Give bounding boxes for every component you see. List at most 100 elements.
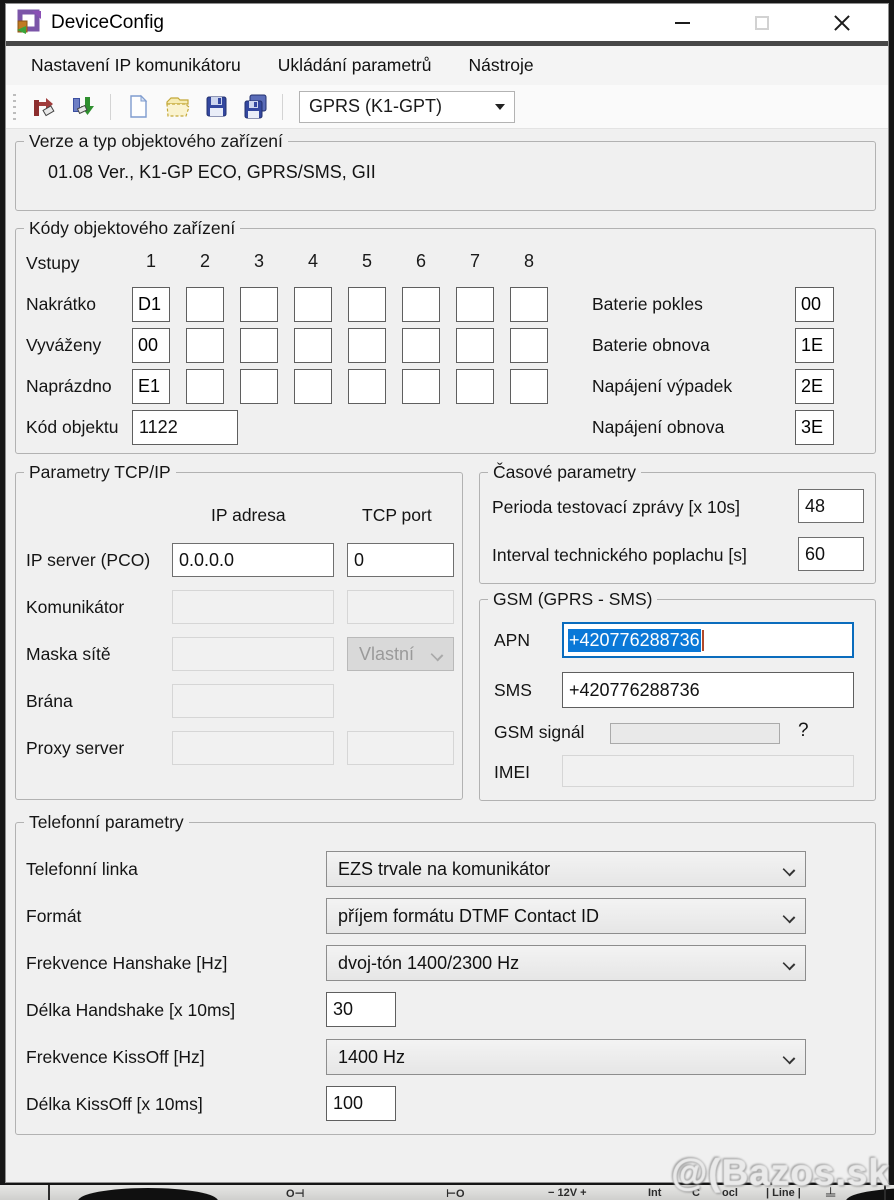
proxy-server-label: Proxy server	[26, 731, 124, 766]
menu-nastaveni-ip[interactable]: Nastavení IP komunikátoru	[31, 55, 241, 76]
code-input[interactable]	[294, 287, 332, 322]
baterie-obnova-input[interactable]	[795, 328, 834, 363]
code-input[interactable]	[402, 287, 440, 322]
read-from-device-button[interactable]	[29, 92, 59, 122]
window-title: DeviceConfig	[51, 12, 164, 34]
menu-nastroje[interactable]: Nástroje	[469, 55, 534, 76]
tcpip-group: Parametry TCP/IP IP adresa TCP port IP s…	[15, 472, 463, 800]
imei-input	[562, 755, 854, 787]
code-input[interactable]	[240, 287, 278, 322]
new-file-icon	[125, 93, 152, 120]
komunikator-label: Komunikátor	[26, 590, 124, 625]
gsm-group: GSM (GPRS - SMS) APN +420776288736 SMS G…	[479, 599, 876, 801]
save-all-button[interactable]	[240, 92, 270, 122]
toolbar-separator	[282, 94, 283, 120]
napajeni-vypadek-input[interactable]	[795, 369, 834, 404]
telefonni-linka-select[interactable]: EZS trvale na komunikátor	[326, 851, 806, 887]
new-file-button[interactable]	[123, 92, 153, 122]
code-input[interactable]	[456, 287, 494, 322]
delka-kissoff-label: Délka KissOff [x 10ms]	[26, 1086, 203, 1122]
toolbar-grip[interactable]	[12, 94, 18, 120]
telefonni-linka-value: EZS trvale na komunikátor	[338, 859, 550, 880]
chevron-down-icon	[431, 649, 442, 660]
object-code-input[interactable]	[132, 410, 238, 445]
code-input[interactable]	[402, 369, 440, 404]
komunikator-port-input	[347, 590, 454, 624]
text-caret	[702, 630, 704, 651]
delka-handshake-input[interactable]	[326, 992, 396, 1027]
maska-site-label: Maska sítě	[26, 637, 111, 672]
photo-terminal-label: O⊣	[286, 1187, 305, 1200]
maximize-button[interactable]	[746, 8, 778, 38]
photo-divider-line	[48, 1185, 50, 1200]
baterie-pokles-row: Baterie pokles	[592, 287, 834, 322]
write-to-device-button[interactable]	[68, 92, 98, 122]
apn-label: APN	[494, 630, 530, 651]
write-to-device-icon	[70, 93, 97, 120]
apn-input[interactable]: +420776288736	[562, 622, 854, 658]
format-label: Formát	[26, 898, 81, 934]
menu-bar: Nastavení IP komunikátoru Ukládání param…	[6, 46, 888, 85]
minimize-button[interactable]	[666, 8, 698, 38]
code-input[interactable]	[294, 369, 332, 404]
format-select[interactable]: příjem formátu DTMF Contact ID	[326, 898, 806, 934]
sms-input[interactable]	[562, 672, 854, 708]
brana-input	[172, 684, 334, 718]
naprazdno-row	[132, 369, 548, 404]
code-input[interactable]	[456, 328, 494, 363]
perioda-label: Perioda testovací zprávy [x 10s]	[492, 497, 740, 518]
code-input[interactable]	[510, 328, 548, 363]
napajeni-obnova-input[interactable]	[795, 410, 834, 445]
input-col-4: 4	[294, 251, 332, 272]
gsm-signal-help[interactable]: ?	[798, 720, 809, 742]
code-input[interactable]	[132, 328, 170, 363]
chevron-down-icon	[783, 1052, 794, 1063]
baterie-pokles-input[interactable]	[795, 287, 834, 322]
tcp-port-header: TCP port	[362, 505, 432, 526]
frekvence-handshake-label: Frekvence Hanshake [Hz]	[26, 945, 227, 981]
code-input[interactable]	[186, 369, 224, 404]
photo-terminal-label: − 12V +	[548, 1187, 587, 1199]
ip-server-address-input[interactable]	[172, 543, 334, 577]
code-input[interactable]	[348, 287, 386, 322]
code-input[interactable]	[510, 369, 548, 404]
gsm-signal-label: GSM signál	[494, 722, 584, 743]
code-input[interactable]	[510, 287, 548, 322]
close-button[interactable]	[826, 8, 858, 38]
code-input[interactable]	[240, 369, 278, 404]
imei-label: IMEI	[494, 762, 530, 783]
open-file-button[interactable]	[162, 92, 192, 122]
code-input[interactable]	[294, 328, 332, 363]
code-input[interactable]	[132, 287, 170, 322]
input-col-7: 7	[456, 251, 494, 272]
baterie-obnova-row: Baterie obnova	[592, 328, 834, 363]
frekvence-handshake-select[interactable]: dvoj-tón 1400/2300 Hz	[326, 945, 806, 981]
menu-ukladani-parametru[interactable]: Ukládání parametrů	[278, 55, 432, 76]
save-file-button[interactable]	[201, 92, 231, 122]
device-type-select[interactable]: GPRS (K1-GPT)	[299, 91, 515, 123]
code-input[interactable]	[456, 369, 494, 404]
toolbar: GPRS (K1-GPT)	[6, 85, 888, 129]
interval-input[interactable]	[798, 537, 864, 571]
code-input[interactable]	[186, 328, 224, 363]
code-input[interactable]	[348, 328, 386, 363]
chevron-down-icon	[783, 864, 794, 875]
code-input[interactable]	[132, 369, 170, 404]
close-icon	[833, 14, 851, 32]
delka-kissoff-input[interactable]	[326, 1086, 396, 1121]
maska-mode-value: Vlastní	[359, 644, 414, 665]
ip-server-port-input[interactable]	[347, 543, 454, 577]
brana-label: Brána	[26, 684, 73, 719]
photo-terminal-label: Int	[648, 1187, 661, 1199]
frekvence-kissoff-select[interactable]: 1400 Hz	[326, 1039, 806, 1075]
code-input[interactable]	[240, 328, 278, 363]
version-group-title: Verze a typ objektového zařízení	[24, 131, 288, 152]
nakratko-row	[132, 287, 548, 322]
input-col-3: 3	[240, 251, 278, 272]
code-input[interactable]	[186, 287, 224, 322]
perioda-input[interactable]	[798, 489, 864, 523]
codes-group-title: Kódy objektového zařízení	[24, 218, 240, 239]
code-input[interactable]	[348, 369, 386, 404]
code-input[interactable]	[402, 328, 440, 363]
napajeni-vypadek-row: Napájení výpadek	[592, 369, 834, 404]
